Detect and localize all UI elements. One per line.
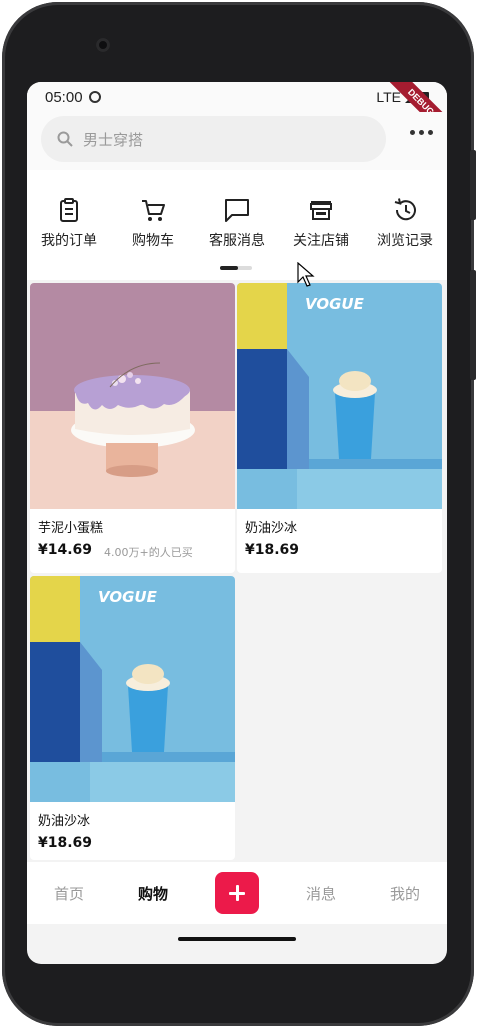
add-icon (215, 872, 259, 914)
product-price: ¥14.69 (38, 542, 93, 558)
front-camera (96, 38, 110, 52)
nav-shopping[interactable]: 购物 (111, 883, 195, 904)
volume-button (470, 270, 476, 380)
product-name: 芋泥小蛋糕 (38, 521, 104, 536)
product-card[interactable]: 芋泥小蛋糕 ¥14.69 4.00万+的人已买 (30, 283, 235, 573)
product-image (30, 283, 235, 509)
nav-add[interactable] (195, 872, 279, 914)
cart-icon (142, 200, 165, 221)
settings-status-icon (88, 91, 101, 103)
more-icon[interactable] (410, 130, 433, 135)
shortcut-my-orders[interactable]: 我的订单 (27, 196, 111, 250)
product-sold-count: 4.00万+的人已买 (104, 546, 193, 559)
brand-logo: VOGUE (98, 588, 158, 606)
shortcut-cart[interactable]: 购物车 (111, 196, 195, 250)
power-button (470, 150, 476, 220)
nav-home[interactable]: 首页 (27, 883, 111, 904)
shortcut-label: 我的订单 (41, 233, 97, 249)
product-card[interactable]: VOGUE 奶油沙冰 ¥18.69 (30, 576, 235, 860)
product-price: ¥18.69 (245, 542, 300, 558)
status-bar: 05:00 LTE DEBUG (27, 82, 447, 142)
nav-messages[interactable]: 消息 (279, 883, 363, 904)
clipboard-icon (60, 198, 78, 222)
shortcut-browse-history[interactable]: 浏览记录 (363, 196, 447, 250)
status-time: 05:00 (45, 88, 83, 106)
nav-profile[interactable]: 我的 (363, 883, 447, 904)
store-icon (310, 201, 332, 220)
search-icon (57, 131, 73, 147)
product-card[interactable]: VOGUE 奶油沙冰 ¥18.69 (237, 283, 442, 573)
brand-logo: VOGUE (305, 295, 365, 313)
mouse-cursor-icon (297, 262, 315, 287)
product-image: VOGUE (30, 576, 235, 802)
chat-icon (225, 199, 249, 222)
shortcut-service-messages[interactable]: 客服消息 (195, 196, 279, 250)
network-label: LTE (376, 89, 401, 105)
product-name: 奶油沙冰 (245, 521, 298, 536)
shortcut-followed-stores[interactable]: 关注店铺 (279, 196, 363, 250)
search-placeholder: 男士穿搭 (83, 130, 144, 149)
product-price: ¥18.69 (38, 835, 93, 851)
product-name: 奶油沙冰 (38, 814, 91, 829)
shortcut-label: 浏览记录 (377, 233, 433, 249)
shortcut-label: 客服消息 (209, 233, 265, 249)
shortcut-label: 购物车 (132, 233, 174, 249)
shortcut-menu: 我的订单 购物车 客服消息 关注店铺 浏览记录 (27, 170, 447, 280)
bottom-navigation: 首页 购物 消息 我的 (27, 862, 447, 924)
home-indicator[interactable] (178, 937, 296, 941)
search-input[interactable]: 男士穿搭 (41, 116, 386, 162)
shortcut-label: 关注店铺 (293, 233, 349, 249)
app-screen: 05:00 LTE DEBUG 男士穿搭 我的订单 购物车 客服消息 关注店铺 … (27, 82, 447, 964)
history-icon (394, 198, 416, 221)
product-image: VOGUE (237, 283, 442, 509)
header: 男士穿搭 (27, 112, 447, 170)
page-indicator (220, 266, 252, 270)
